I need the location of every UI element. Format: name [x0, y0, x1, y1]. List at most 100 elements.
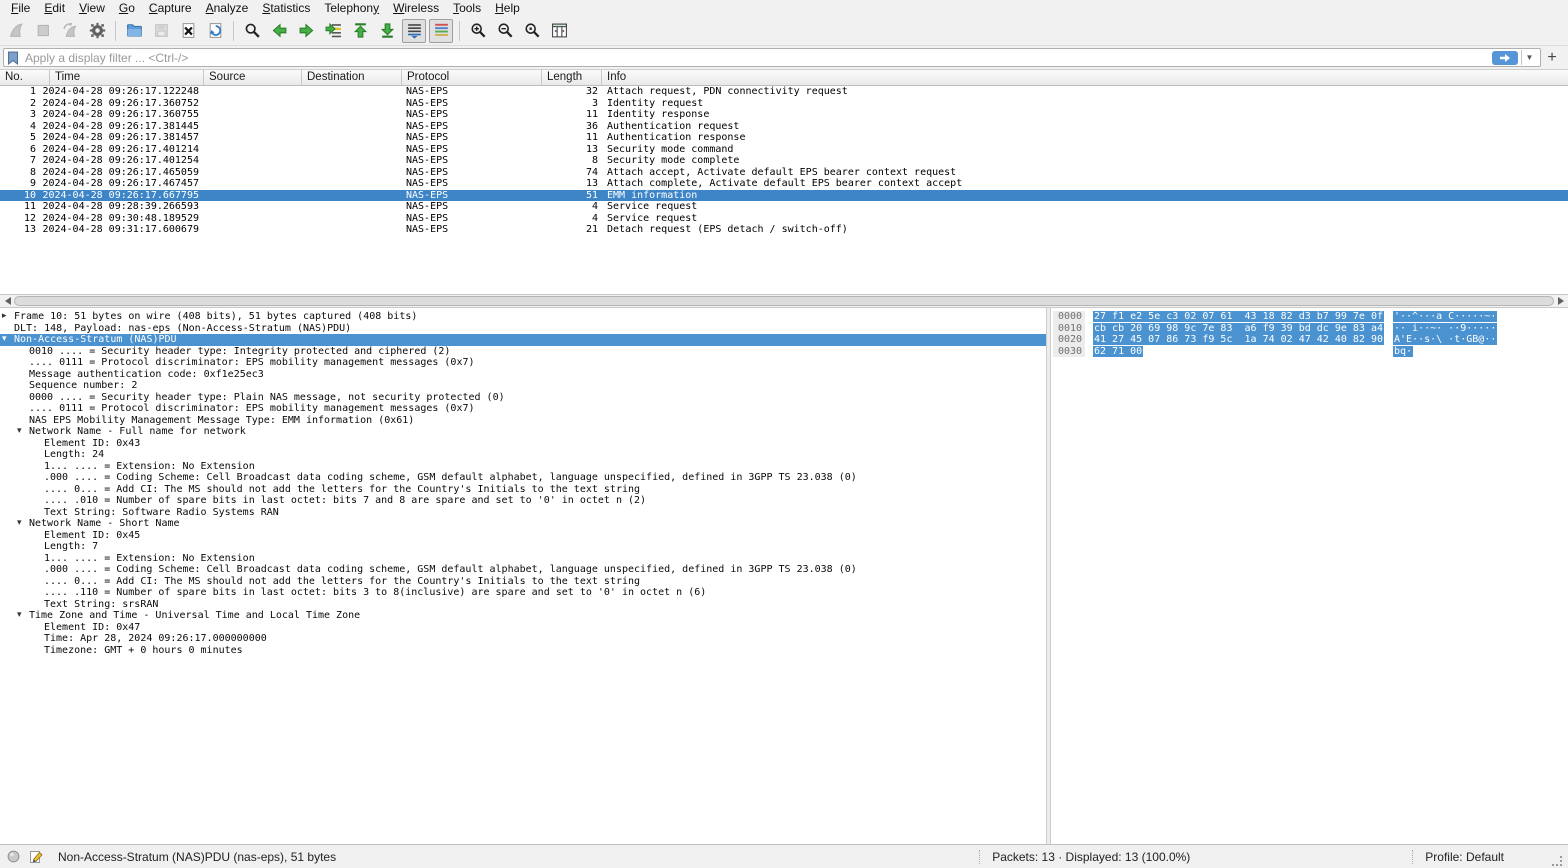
hex-row[interactable]: 0030 62 71 00 bq·: [1051, 345, 1568, 358]
menu-edit[interactable]: Edit: [37, 1, 72, 16]
status-profile[interactable]: Profile: Default: [1412, 849, 1504, 864]
reload-file-button[interactable]: [203, 19, 227, 43]
go-back-button[interactable]: [267, 19, 291, 43]
hex-bytes[interactable]: cb cb 20 69 98 9c 7e 83 a6 f9 39 bd dc 9…: [1093, 322, 1393, 335]
zoom-original-button[interactable]: [520, 19, 544, 43]
packet-row[interactable]: 10 2024-04-28 09:26:17.667795 NAS-EPS 51 EMM…: [0, 189, 1568, 201]
go-last-button[interactable]: [375, 19, 399, 43]
collapse-arrow-icon[interactable]: ▾: [17, 518, 22, 530]
start-capture-button[interactable]: [4, 19, 28, 43]
menu-file[interactable]: File: [4, 1, 37, 16]
filter-dropdown-caret[interactable]: ▼: [1521, 50, 1537, 65]
hex-bytes[interactable]: 27 f1 e2 5e c3 02 07 61 43 18 82 d3 b7 9…: [1093, 311, 1393, 323]
save-file-button[interactable]: [149, 19, 173, 43]
packet-row[interactable]: 9 2024-04-28 09:26:17.467457 NAS-EPS 13 Atta…: [0, 178, 1568, 190]
add-filter-button[interactable]: +: [1541, 48, 1563, 68]
column-header-no[interactable]: No.: [0, 70, 50, 85]
apply-filter-button[interactable]: [1492, 50, 1518, 65]
column-header-length[interactable]: Length: [542, 70, 602, 85]
column-header-protocol[interactable]: Protocol: [402, 70, 542, 85]
resize-grip[interactable]: [1552, 856, 1562, 866]
menu-analyze[interactable]: Analyze: [199, 1, 256, 16]
detail-row[interactable]: .000 .... = Coding Scheme: Cell Broadcas…: [0, 472, 1046, 484]
display-filter-input[interactable]: [21, 50, 1492, 65]
capture-options-button[interactable]: [85, 19, 109, 43]
find-packet-button[interactable]: [240, 19, 264, 43]
detail-row[interactable]: ▾ Non-Access-Stratum (NAS)PDU: [0, 334, 1046, 346]
detail-row[interactable]: .... 0... = Add CI: The MS should not ad…: [0, 576, 1046, 588]
packet-row[interactable]: 11 2024-04-28 09:28:39.266593 NAS-EPS 4 Serv…: [0, 201, 1568, 213]
detail-row[interactable]: Length: 7: [0, 541, 1046, 553]
packet-row[interactable]: 4 2024-04-28 09:26:17.381445 NAS-EPS 36 Auth…: [0, 121, 1568, 133]
menu-view[interactable]: View: [72, 1, 112, 16]
hex-row[interactable]: 0020 41 27 45 07 86 73 f9 5c 1a 74 02 47 …: [1051, 334, 1568, 346]
menu-telephony[interactable]: Telephony: [317, 1, 386, 16]
stop-capture-button[interactable]: [31, 19, 55, 43]
detail-row[interactable]: 1... .... = Extension: No Extension: [0, 553, 1046, 565]
hex-bytes[interactable]: 62 71 00: [1093, 345, 1393, 358]
detail-row[interactable]: Length: 24: [0, 449, 1046, 461]
detail-row[interactable]: .... 0111 = Protocol discriminator: EPS …: [0, 357, 1046, 369]
detail-row[interactable]: 1... .... = Extension: No Extension: [0, 461, 1046, 473]
detail-row[interactable]: .... .010 = Number of spare bits in last…: [0, 495, 1046, 507]
zoom-out-button[interactable]: [493, 19, 517, 43]
capture-comment-icon[interactable]: [29, 850, 43, 864]
detail-row[interactable]: ▾ Network Name - Short Name: [0, 518, 1046, 530]
detail-row[interactable]: ▾ Network Name - Full name for network: [0, 426, 1046, 438]
packet-row[interactable]: 6 2024-04-28 09:26:17.401214 NAS-EPS 13 Secu…: [0, 144, 1568, 156]
menu-go[interactable]: Go: [112, 1, 142, 16]
hex-row[interactable]: 0000 27 f1 e2 5e c3 02 07 61 43 18 82 d3 …: [1051, 311, 1568, 323]
hex-row[interactable]: 0010 cb cb 20 69 98 9c 7e 83 a6 f9 39 bd …: [1051, 322, 1568, 335]
restart-capture-button[interactable]: [58, 19, 82, 43]
column-header-destination[interactable]: Destination: [302, 70, 402, 85]
expert-info-icon[interactable]: [6, 850, 20, 864]
column-header-time[interactable]: Time: [50, 70, 204, 85]
detail-row[interactable]: Message authentication code: 0xf1e25ec3: [0, 369, 1046, 381]
close-file-button[interactable]: [176, 19, 200, 43]
menu-wireless[interactable]: Wireless: [386, 1, 446, 16]
column-header-source[interactable]: Source: [204, 70, 302, 85]
bookmark-icon[interactable]: [7, 50, 21, 65]
detail-row[interactable]: DLT: 148, Payload: nas-eps (Non-Access-S…: [0, 323, 1046, 335]
expand-arrow-icon[interactable]: ▸: [2, 311, 7, 323]
horizontal-scrollbar[interactable]: [0, 294, 1568, 308]
packet-row[interactable]: 7 2024-04-28 09:26:17.401254 NAS-EPS 8 Secur…: [0, 155, 1568, 167]
detail-row[interactable]: .000 .... = Coding Scheme: Cell Broadcas…: [0, 564, 1046, 576]
detail-row[interactable]: ▾ Time Zone and Time - Universal Time and…: [0, 610, 1046, 622]
resize-columns-button[interactable]: [547, 19, 571, 43]
packet-row[interactable]: 2 2024-04-28 09:26:17.360752 NAS-EPS 3 Ident…: [0, 98, 1568, 110]
packet-row[interactable]: 1 2024-04-28 09:26:17.122248 NAS-EPS 32 Atta…: [0, 86, 1568, 98]
zoom-in-button[interactable]: [466, 19, 490, 43]
collapse-arrow-icon[interactable]: ▾: [17, 610, 22, 622]
go-to-packet-button[interactable]: [321, 19, 345, 43]
detail-row[interactable]: NAS EPS Mobility Management Message Type…: [0, 415, 1046, 427]
detail-row[interactable]: .... 0111 = Protocol discriminator: EPS …: [0, 403, 1046, 415]
menu-tools[interactable]: Tools: [446, 1, 488, 16]
packet-row[interactable]: 8 2024-04-28 09:26:17.465059 NAS-EPS 74 Atta…: [0, 167, 1568, 179]
hex-ascii[interactable]: bq·: [1393, 345, 1568, 358]
hex-ascii[interactable]: ·· i··~· ··9·····: [1393, 322, 1568, 335]
detail-row[interactable]: Element ID: 0x45: [0, 530, 1046, 542]
packet-row[interactable]: 5 2024-04-28 09:26:17.381457 NAS-EPS 11 Auth…: [0, 132, 1568, 144]
collapse-arrow-icon[interactable]: ▾: [17, 426, 22, 438]
detail-row[interactable]: 0010 .... = Security header type: Integr…: [0, 346, 1046, 358]
menu-statistics[interactable]: Statistics: [255, 1, 317, 16]
detail-row[interactable]: Timezone: GMT + 0 hours 0 minutes: [0, 645, 1046, 657]
detail-row[interactable]: .... 0... = Add CI: The MS should not ad…: [0, 484, 1046, 496]
detail-row[interactable]: Element ID: 0x43: [0, 438, 1046, 450]
hex-ascii[interactable]: '··^···a C·····~·: [1393, 311, 1568, 323]
detail-row[interactable]: Text String: Software Radio Systems RAN: [0, 507, 1046, 519]
detail-row[interactable]: Text String: srsRAN: [0, 599, 1046, 611]
column-header-info[interactable]: Info: [602, 70, 1568, 85]
detail-row[interactable]: Sequence number: 2: [0, 380, 1046, 392]
scrollbar-thumb[interactable]: [14, 296, 1554, 306]
go-first-button[interactable]: [348, 19, 372, 43]
display-filter-field[interactable]: ▼: [3, 48, 1541, 67]
colorize-button[interactable]: [429, 18, 453, 43]
scroll-left-arrow[interactable]: [1, 295, 14, 307]
scroll-right-arrow[interactable]: [1554, 295, 1567, 307]
detail-row[interactable]: ▸ Frame 10: 51 bytes on wire (408 bits), …: [0, 311, 1046, 323]
packet-row[interactable]: 3 2024-04-28 09:26:17.360755 NAS-EPS 11 Iden…: [0, 109, 1568, 121]
open-file-button[interactable]: [122, 19, 146, 43]
packet-row[interactable]: 13 2024-04-28 09:31:17.600679 NAS-EPS 21 Det…: [0, 224, 1568, 236]
